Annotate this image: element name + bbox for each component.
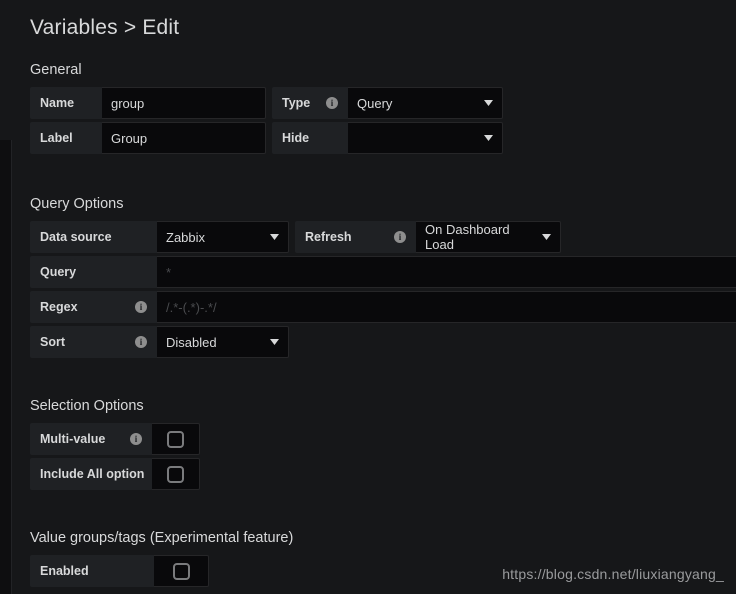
- multi-value-checkbox[interactable]: [167, 430, 184, 448]
- type-label: Type i: [272, 87, 348, 119]
- query-options-row-sort: Sort i Disabled: [30, 326, 736, 358]
- sort-label-text: Sort: [40, 335, 65, 349]
- query-options-row-query: Query *: [30, 256, 736, 288]
- name-field-group: Name group: [30, 87, 266, 119]
- query-input[interactable]: *: [157, 256, 736, 288]
- info-icon[interactable]: i: [130, 433, 142, 445]
- regex-input[interactable]: /.*-(.*)-.*/: [157, 291, 736, 323]
- query-options-row-datasource: Data source Zabbix Refresh i On Dashboar…: [30, 221, 736, 253]
- sort-field-group: Sort i Disabled: [30, 326, 289, 358]
- refresh-select-value: On Dashboard Load: [425, 222, 510, 252]
- hide-field-group: Hide: [272, 122, 503, 154]
- label-input[interactable]: Group: [102, 122, 266, 154]
- include-all-group: Include All option: [30, 458, 200, 490]
- type-field-group: Type i Query: [272, 87, 503, 119]
- include-all-checkbox[interactable]: [167, 465, 184, 483]
- query-options-section-title: Query Options: [30, 196, 124, 212]
- variable-edit-page: Variables > Edit General Name group Type…: [0, 0, 736, 594]
- sort-info-icon-wrap: i: [121, 336, 147, 348]
- sort-select[interactable]: Disabled: [157, 326, 289, 358]
- query-options-section: Query Options Data source Zabbix Refresh…: [0, 196, 736, 358]
- datasource-select-value: Zabbix: [166, 229, 206, 245]
- selection-row-include-all: Include All option: [30, 458, 736, 490]
- type-select[interactable]: Query: [348, 87, 503, 119]
- regex-info-icon-wrap: i: [121, 301, 147, 313]
- value-groups-section-title: Value groups/tags (Experimental feature): [30, 530, 294, 546]
- info-icon[interactable]: i: [326, 97, 338, 109]
- regex-label-text: Regex: [40, 300, 78, 314]
- refresh-label-text: Refresh: [305, 230, 352, 244]
- include-all-checkbox-cell[interactable]: [152, 458, 200, 490]
- general-row-1: Name group Type i Query: [30, 87, 736, 119]
- datasource-select[interactable]: Zabbix: [157, 221, 289, 253]
- selection-options-section: Selection Options Multi-value i Include …: [0, 398, 736, 490]
- general-row-2: Label Group Hide: [30, 122, 736, 154]
- refresh-field-group: Refresh i On Dashboard Load: [295, 221, 561, 253]
- include-all-label: Include All option: [30, 458, 152, 490]
- watermark: https://blog.csdn.net/liuxiangyang_: [502, 566, 724, 582]
- datasource-label: Data source: [30, 221, 157, 253]
- refresh-label: Refresh i: [295, 221, 416, 253]
- multi-value-label: Multi-value i: [30, 423, 152, 455]
- page-title: Variables > Edit: [30, 16, 180, 39]
- sort-select-value: Disabled: [166, 334, 217, 350]
- general-section-title: General: [30, 62, 82, 78]
- multi-value-label-text: Multi-value: [40, 432, 106, 446]
- refresh-select[interactable]: On Dashboard Load: [416, 221, 561, 253]
- label-label: Label: [30, 122, 102, 154]
- enabled-checkbox[interactable]: [172, 562, 190, 580]
- multi-value-info-icon-wrap: i: [116, 433, 142, 445]
- label-field-group: Label Group: [30, 122, 266, 154]
- name-input[interactable]: group: [102, 87, 266, 119]
- enabled-label: Enabled: [30, 555, 154, 587]
- name-label: Name: [30, 87, 102, 119]
- sort-label: Sort i: [30, 326, 157, 358]
- query-label: Query: [30, 256, 157, 288]
- info-icon[interactable]: i: [394, 231, 406, 243]
- chevron-down-icon: [472, 135, 493, 141]
- multi-value-group: Multi-value i: [30, 423, 200, 455]
- general-section: General Name group Type i Query Label Gr…: [0, 62, 736, 154]
- type-select-value: Query: [357, 95, 393, 111]
- chevron-down-icon: [472, 100, 493, 106]
- regex-field-group: Regex i /.*-(.*)-.*/: [30, 291, 736, 323]
- chevron-down-icon: [258, 339, 279, 345]
- type-label-text: Type: [282, 96, 311, 110]
- datasource-field-group: Data source Zabbix: [30, 221, 289, 253]
- enabled-checkbox-cell[interactable]: [154, 555, 209, 587]
- chevron-down-icon: [258, 234, 279, 240]
- hide-label: Hide: [272, 122, 348, 154]
- regex-label: Regex i: [30, 291, 157, 323]
- enabled-group: Enabled: [30, 555, 209, 587]
- hide-select[interactable]: [348, 122, 503, 154]
- selection-row-multi-value: Multi-value i: [30, 423, 736, 455]
- query-options-row-regex: Regex i /.*-(.*)-.*/: [30, 291, 736, 323]
- multi-value-checkbox-cell[interactable]: [152, 423, 200, 455]
- type-info-icon-wrap: i: [312, 97, 338, 109]
- chevron-down-icon: [534, 234, 551, 240]
- info-icon[interactable]: i: [135, 301, 147, 313]
- refresh-info-icon-wrap: i: [380, 231, 406, 243]
- selection-options-section-title: Selection Options: [30, 398, 144, 414]
- query-field-group: Query *: [30, 256, 736, 288]
- info-icon[interactable]: i: [135, 336, 147, 348]
